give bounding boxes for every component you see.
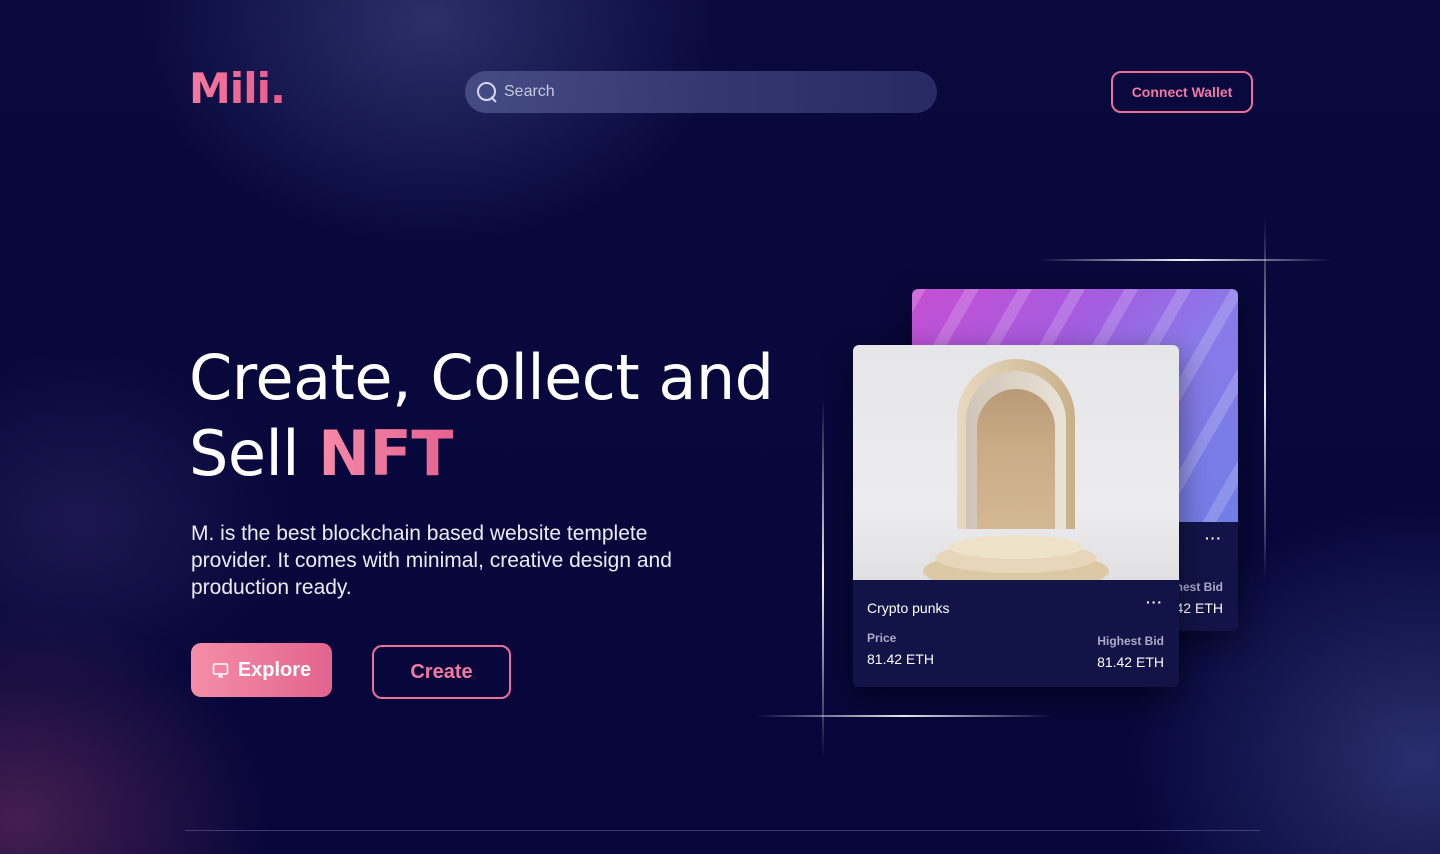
highest-bid-label: Highest Bid [1097,634,1164,648]
highest-bid-value: 81.42 ETH [1097,654,1164,670]
nft-image-arch [853,345,1179,580]
explore-label: Explore [237,658,312,681]
brand-logo[interactable]: Mili. [189,64,286,113]
decor-vline-left [822,398,824,758]
hero-title-accent: NFT [318,417,454,490]
nft-card-front[interactable]: Crypto punks ··· Price 81.42 ETH Highest… [853,345,1179,687]
hero-title: Create, Collect and Sell NFT [189,340,829,492]
search-icon [477,82,497,102]
price-value: 81.42 ETH [867,651,934,667]
cast-icon [212,662,229,677]
hero-title-line2: Sell [189,417,319,490]
search-input[interactable] [504,83,904,101]
decor-vline-right [1264,218,1266,578]
more-options-icon[interactable]: ··· [1205,530,1222,546]
hero-title-line1: Create, Collect and [189,341,774,414]
nft-title[interactable]: Crypto punks [867,600,949,616]
nft-card-front-body: Crypto punks ··· Price 81.42 ETH Highest… [853,580,1179,687]
arch-inner [977,389,1055,529]
decor-line-bottom [756,715,1052,717]
decor-line-top [1038,259,1332,261]
hero-description: M. is the best blockchain based website … [191,522,672,599]
create-button[interactable]: Create [372,645,511,699]
section-divider [185,830,1260,831]
connect-wallet-button[interactable]: Connect Wallet [1111,71,1253,113]
search-bar[interactable] [465,71,937,113]
more-options-icon[interactable]: ··· [1146,594,1163,610]
explore-button[interactable]: Explore [191,643,332,697]
price-label: Price [867,631,897,645]
plinth-top [949,535,1083,559]
